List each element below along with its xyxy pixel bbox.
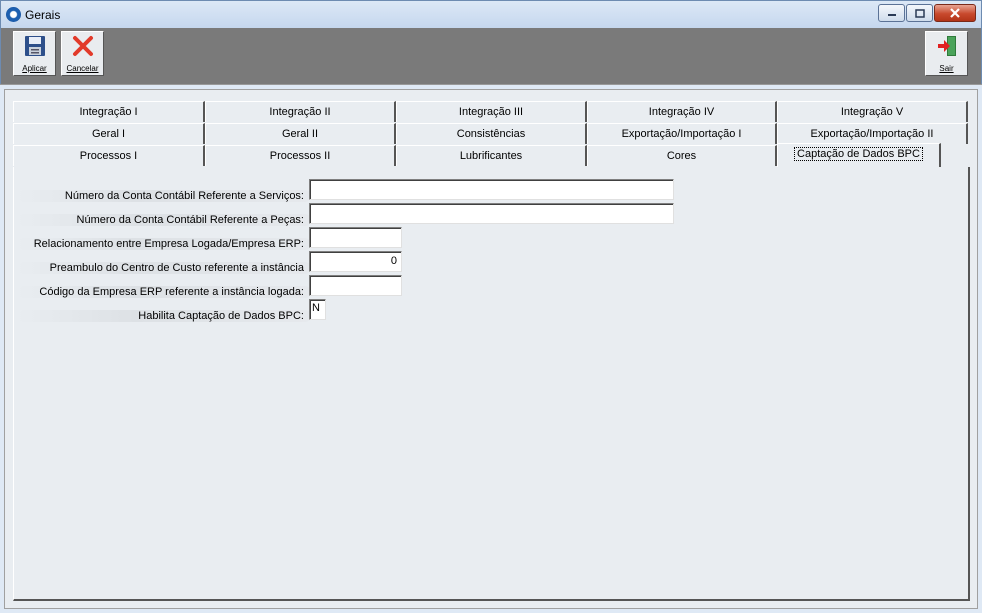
tab-panel-captacao — [13, 167, 970, 601]
window-title: Gerais — [25, 8, 61, 22]
window-controls — [878, 4, 976, 22]
cancel-label: Cancelar — [66, 64, 99, 73]
exit-label: Sair — [939, 64, 954, 73]
habilita-captacao-input[interactable]: N — [309, 299, 326, 320]
minimize-icon — [887, 14, 896, 16]
close-icon — [950, 8, 960, 18]
tab-integracao-5[interactable]: Integração V — [777, 101, 968, 122]
close-button[interactable] — [934, 4, 976, 22]
tab-integracao-4[interactable]: Integração IV — [587, 101, 777, 122]
content-area: Integração I Integração II Integração II… — [4, 89, 978, 609]
label-habilita-captacao: Habilita Captação de Dados BPC: — [138, 310, 304, 322]
tab-integracao-3[interactable]: Integração III — [396, 101, 587, 122]
app-icon — [6, 7, 21, 22]
label-codigo-empresa-erp: Código da Empresa ERP referente a instân… — [39, 286, 304, 298]
label-preambulo-centro-custo: Preambulo do Centro de Custo referente a… — [49, 262, 304, 274]
tab-geral-2[interactable]: Geral II — [205, 123, 396, 144]
cancel-button[interactable]: Cancelar — [61, 31, 104, 76]
tab-integracao-2[interactable]: Integração II — [205, 101, 396, 122]
tab-geral-1[interactable]: Geral I — [13, 123, 205, 144]
label-conta-servicos: Número da Conta Contábil Referente a Ser… — [64, 190, 304, 202]
tab-exportacao-importacao-2[interactable]: Exportação/Importação II — [777, 123, 968, 144]
tab-processos-1[interactable]: Processos I — [13, 145, 205, 166]
conta-pecas-input[interactable] — [309, 203, 674, 224]
label-conta-pecas: Número da Conta Contábil Referente a Peç… — [76, 214, 304, 226]
maximize-icon — [914, 8, 925, 18]
preambulo-centro-custo-input[interactable]: 0 — [309, 251, 402, 272]
tab-processos-2[interactable]: Processos II — [205, 145, 396, 166]
exit-button[interactable]: Sair — [925, 31, 968, 76]
conta-servicos-input[interactable] — [309, 179, 674, 200]
floppy-disk-icon — [24, 36, 45, 56]
tab-captacao-dados-bpc[interactable]: Captação de Dados BPC — [777, 143, 941, 167]
red-x-icon — [72, 36, 93, 56]
minimize-button[interactable] — [878, 4, 905, 22]
toolbar: Aplicar Cancelar Sair — [0, 28, 982, 86]
codigo-empresa-erp-input[interactable] — [309, 275, 402, 296]
label-relacionamento-empresa: Relacionamento entre Empresa Logada/Empr… — [33, 238, 304, 250]
tab-integracao-1[interactable]: Integração I — [13, 101, 205, 122]
tab-lubrificantes[interactable]: Lubrificantes — [396, 145, 587, 166]
maximize-button[interactable] — [906, 4, 933, 22]
title-bar: Gerais — [0, 0, 982, 28]
tab-cores[interactable]: Cores — [587, 145, 777, 166]
apply-button[interactable]: Aplicar — [13, 31, 56, 76]
exit-door-icon — [937, 36, 956, 56]
tab-exportacao-importacao-1[interactable]: Exportação/Importação I — [587, 123, 777, 144]
apply-label: Aplicar — [22, 64, 47, 73]
tab-consistencias[interactable]: Consistências — [396, 123, 587, 144]
relacionamento-empresa-input[interactable] — [309, 227, 402, 248]
